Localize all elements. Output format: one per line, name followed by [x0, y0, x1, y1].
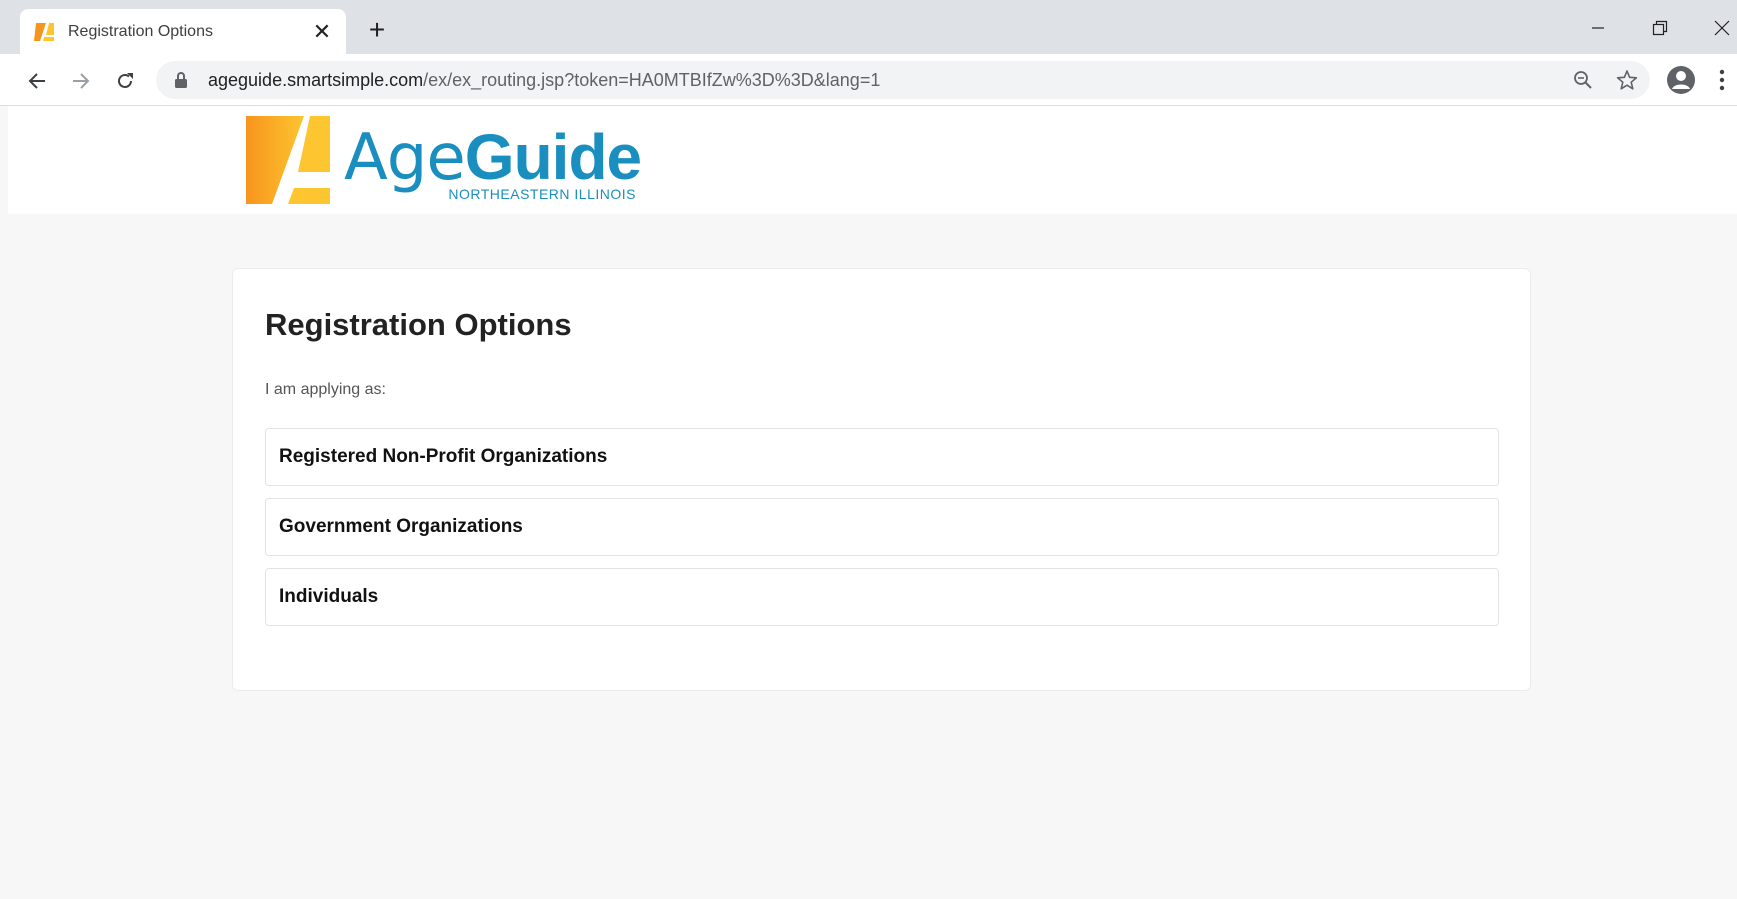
- option-individuals[interactable]: Individuals: [265, 568, 1499, 626]
- logo-guide-text: Guide: [464, 121, 642, 193]
- applying-as-label: I am applying as:: [265, 381, 386, 398]
- option-registered-non-profit[interactable]: Registered Non-Profit Organizations: [265, 428, 1499, 486]
- tab-close-icon[interactable]: ✕: [308, 18, 336, 46]
- zoom-out-icon[interactable]: [1568, 65, 1598, 95]
- window-close-icon[interactable]: [1702, 12, 1737, 44]
- logo-mark-icon: [246, 116, 334, 206]
- page-title: Registration Options: [265, 307, 572, 342]
- registration-card: Registration Options I am applying as: R…: [232, 268, 1531, 691]
- url-text: ageguide.smartsimple.com/ex/ex_routing.j…: [208, 70, 880, 91]
- profile-avatar-icon[interactable]: [1664, 63, 1698, 97]
- option-government-organizations[interactable]: Government Organizations: [265, 498, 1499, 556]
- restore-icon[interactable]: [1640, 12, 1680, 44]
- reload-icon[interactable]: [108, 64, 142, 98]
- lock-icon: [174, 71, 192, 89]
- logo-wordmark: AgeGuide: [344, 120, 642, 195]
- logo-subtitle: NORTHEASTERN ILLINOIS: [448, 186, 636, 202]
- browser-tab[interactable]: Registration Options ✕: [20, 9, 346, 54]
- url-path: /ex/ex_routing.jsp?token=HA0MTBIfZw%3D%3…: [423, 69, 881, 90]
- minimize-icon[interactable]: [1578, 12, 1618, 44]
- logo-age-text: Age: [344, 121, 466, 195]
- site-header: AgeGuide NORTHEASTERN ILLINOIS: [8, 106, 1737, 214]
- url-host: ageguide.smartsimple.com: [208, 69, 424, 90]
- bookmark-star-icon[interactable]: [1612, 65, 1642, 95]
- forward-arrow-icon[interactable]: [64, 64, 98, 98]
- ageguide-favicon-icon: [34, 21, 56, 43]
- tab-title: Registration Options: [68, 22, 213, 40]
- new-tab-button[interactable]: +: [362, 14, 392, 45]
- more-menu-icon[interactable]: [1710, 65, 1734, 95]
- browser-toolbar: ageguide.smartsimple.com/ex/ex_routing.j…: [0, 54, 1737, 106]
- tab-strip: Registration Options ✕ +: [0, 0, 1737, 54]
- back-arrow-icon[interactable]: [20, 64, 54, 98]
- ageguide-logo[interactable]: AgeGuide NORTHEASTERN ILLINOIS: [246, 116, 642, 206]
- address-bar[interactable]: ageguide.smartsimple.com/ex/ex_routing.j…: [156, 61, 1650, 99]
